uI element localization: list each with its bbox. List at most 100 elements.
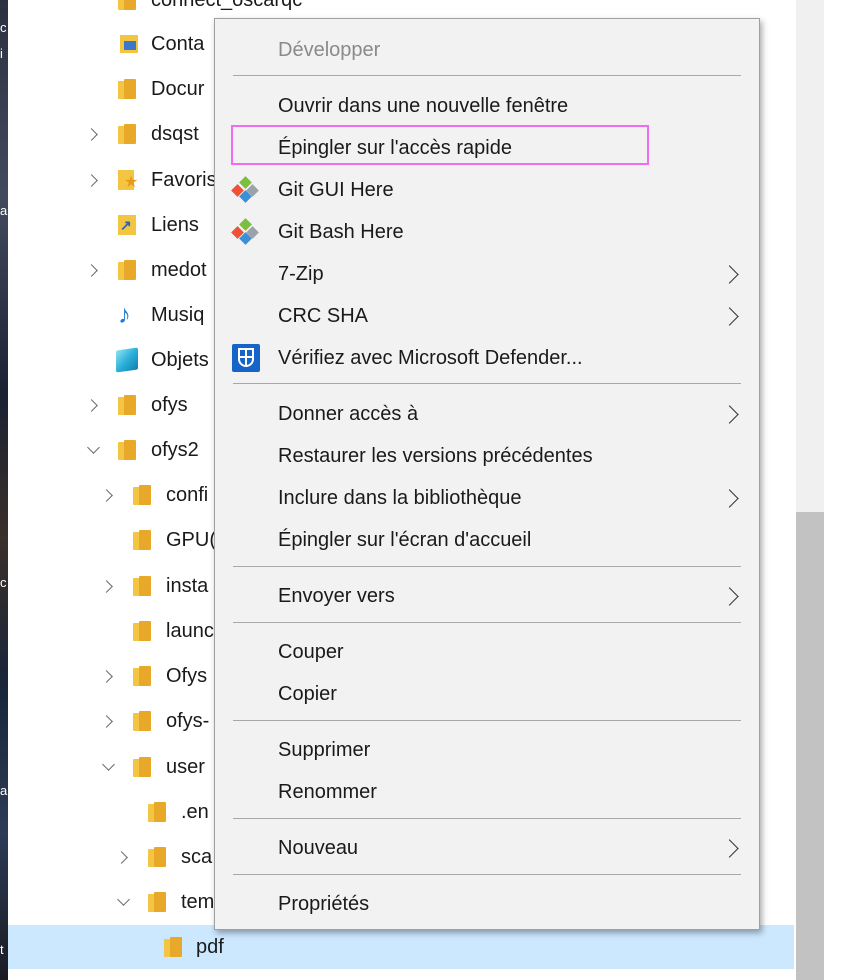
menu-item-label: Restaurer les versions précédentes [278, 445, 593, 467]
desktop-background-strip [0, 0, 8, 980]
chevron-right-icon[interactable] [86, 398, 100, 412]
tree-item-label: Docur [151, 78, 205, 100]
chevron-right-icon [725, 405, 739, 423]
menu-item-label: Ouvrir dans une nouvelle fenêtre [278, 95, 569, 117]
tree-item-label: launc [166, 620, 214, 642]
content-pane-edge [824, 0, 864, 980]
menu-item-rename[interactable]: Renommer [215, 771, 759, 813]
chevron-right-icon [725, 265, 739, 283]
chevron-right-icon [725, 489, 739, 507]
3d-objects-icon [116, 347, 138, 373]
folder-icon [118, 79, 136, 99]
menu-item-label: 7-Zip [278, 263, 324, 285]
menu-separator [233, 874, 741, 875]
contacts-icon [120, 35, 138, 53]
menu-item-label: Donner accès à [278, 403, 419, 425]
menu-separator [233, 383, 741, 384]
folder-icon [133, 711, 151, 731]
tree-item-label: Liens [151, 214, 199, 236]
menu-item-include-library[interactable]: Inclure dans la bibliothèque [215, 477, 759, 519]
chevron-right-icon[interactable] [101, 669, 115, 683]
menu-separator [233, 622, 741, 623]
menu-item-send-to[interactable]: Envoyer vers [215, 575, 759, 617]
folder-icon [118, 124, 136, 144]
menu-item-restore-versions[interactable]: Restaurer les versions précédentes [215, 435, 759, 477]
menu-separator [233, 566, 741, 567]
folder-icon [133, 576, 151, 596]
menu-item-properties[interactable]: Propriétés [215, 883, 759, 925]
menu-item-label: Développer [278, 39, 381, 61]
git-icon [231, 218, 259, 245]
menu-item-pin-quick-access[interactable]: Épingler sur l'accès rapide [215, 127, 759, 169]
menu-item-developper[interactable]: Développer [215, 29, 759, 71]
folder-icon [133, 666, 151, 686]
menu-item-defender-scan[interactable]: Vérifiez avec Microsoft Defender... [215, 337, 759, 379]
menu-item-label: Propriétés [278, 893, 370, 915]
tree-item-label: confi [166, 484, 209, 506]
menu-item-label: Envoyer vers [278, 585, 395, 607]
folder-icon [118, 440, 136, 460]
chevron-right-icon[interactable] [86, 173, 100, 187]
tree-item-label: Favoris [151, 169, 217, 191]
folder-icon [164, 937, 182, 957]
tree-item-label: user [166, 756, 205, 778]
menu-item-git-gui[interactable]: Git GUI Here [215, 169, 759, 211]
menu-separator [233, 818, 741, 819]
chevron-right-icon[interactable] [101, 488, 115, 502]
chevron-down-icon[interactable] [86, 443, 100, 457]
menu-item-label: Git GUI Here [278, 179, 394, 201]
menu-item-new[interactable]: Nouveau [215, 827, 759, 869]
tree-item-pdf[interactable]: pdf [8, 925, 794, 969]
chevron-right-icon [725, 307, 739, 325]
menu-item-crc-sha[interactable]: CRC SHA [215, 295, 759, 337]
menu-item-open-new-window[interactable]: Ouvrir dans une nouvelle fenêtre [215, 85, 759, 127]
menu-item-label: Copier [278, 683, 337, 705]
desktop-text-fragment: t [0, 942, 4, 957]
favorites-icon [118, 170, 138, 192]
tree-item-label: insta [166, 575, 209, 597]
chevron-right-icon[interactable] [101, 714, 115, 728]
scrollbar-thumb[interactable] [796, 512, 824, 980]
links-icon [118, 215, 136, 235]
folder-icon [133, 757, 151, 777]
menu-item-cut[interactable]: Couper [215, 631, 759, 673]
menu-item-pin-start[interactable]: Épingler sur l'écran d'accueil [215, 519, 759, 561]
folder-icon [118, 0, 136, 10]
menu-item-copy[interactable]: Copier [215, 673, 759, 715]
menu-item-give-access[interactable]: Donner accès à [215, 393, 759, 435]
chevron-right-icon[interactable] [101, 579, 115, 593]
desktop-text-fragment: c [0, 575, 7, 590]
folder-icon [148, 802, 166, 822]
tree-item-label: pdf [196, 936, 224, 958]
menu-item-label: CRC SHA [278, 305, 369, 327]
music-note-icon: ♪ [118, 299, 131, 329]
chevron-down-icon[interactable] [101, 760, 115, 774]
menu-item-7zip[interactable]: 7-Zip [215, 253, 759, 295]
menu-item-label: Épingler sur l'accès rapide [278, 137, 512, 159]
tree-item-label: Ofys [166, 665, 208, 687]
chevron-right-icon[interactable] [86, 127, 100, 141]
tree-item-label: ofys- [166, 710, 210, 732]
tree-item-label: Objets [151, 349, 209, 371]
folder-icon [148, 892, 166, 912]
tree-item-label: medot [151, 259, 207, 281]
desktop-text-fragment: c [0, 20, 7, 35]
menu-item-label: Épingler sur l'écran d'accueil [278, 529, 532, 551]
tree-item-label: Musiq [151, 304, 205, 326]
tree-item-label: Conta [151, 33, 205, 55]
menu-item-label: Inclure dans la bibliothèque [278, 487, 522, 509]
folder-icon [133, 530, 151, 550]
folder-icon [133, 485, 151, 505]
menu-item-git-bash[interactable]: Git Bash Here [215, 211, 759, 253]
tree-item-label: sca [181, 846, 213, 868]
desktop-text-fragment: i [0, 46, 3, 61]
tree-item-label: .en [181, 801, 209, 823]
folder-icon [133, 621, 151, 641]
menu-item-label: Vérifiez avec Microsoft Defender... [278, 347, 583, 369]
chevron-right-icon[interactable] [86, 263, 100, 277]
context-menu: Développer Ouvrir dans une nouvelle fenê… [214, 18, 760, 930]
chevron-down-icon[interactable] [116, 895, 130, 909]
menu-item-delete[interactable]: Supprimer [215, 729, 759, 771]
chevron-right-icon[interactable] [116, 850, 130, 864]
menu-separator [233, 75, 741, 76]
